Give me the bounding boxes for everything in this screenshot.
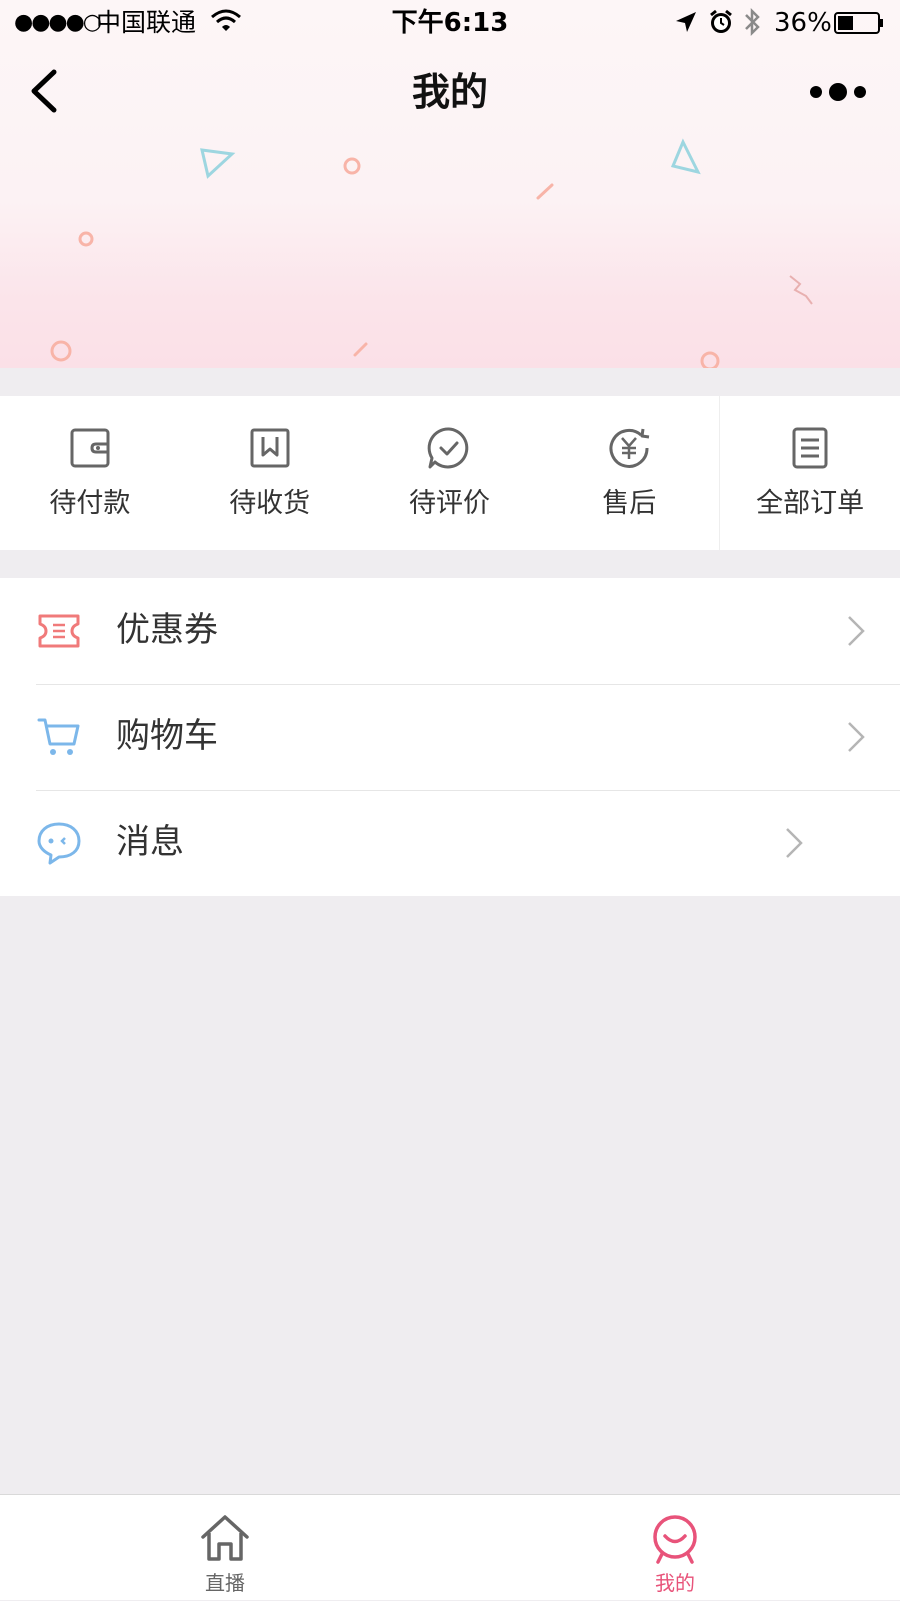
order-pending-payment[interactable]: 待付款 <box>0 396 180 550</box>
yuan-refund-icon <box>609 428 650 468</box>
package-icon <box>250 428 290 468</box>
tab-me[interactable]: 我的 <box>450 1495 900 1601</box>
alarm-icon <box>710 9 732 33</box>
location-arrow-icon <box>676 12 696 32</box>
page-title: 我的 <box>411 70 488 114</box>
menu-item-messages[interactable]: 消息 <box>0 790 900 896</box>
home-icon <box>201 1515 249 1561</box>
message-icon <box>37 822 81 865</box>
order-pending-receipt[interactable]: 待收货 <box>180 396 360 550</box>
tab-label: 直播 <box>205 1571 245 1595</box>
chevron-right-icon <box>786 828 803 858</box>
tab-label: 我的 <box>655 1571 695 1595</box>
bluetooth-icon <box>745 7 760 37</box>
order-all[interactable]: 全部订单 <box>719 396 900 550</box>
more-dots-icon[interactable] <box>808 78 868 106</box>
confetti-decoration <box>50 138 813 368</box>
battery-percent: 36% <box>774 8 832 38</box>
menu-item-cart[interactable]: 购物车 <box>0 684 900 790</box>
order-label: 待付款 <box>49 488 131 519</box>
order-label: 售后 <box>602 488 657 519</box>
chevron-right-icon <box>848 722 865 752</box>
order-label: 待收货 <box>229 488 311 519</box>
battery-icon <box>834 12 883 34</box>
cart-icon <box>37 718 80 755</box>
wallet-icon <box>70 428 110 468</box>
chat-check-icon <box>428 427 469 469</box>
order-pending-review[interactable]: 待评价 <box>360 396 540 550</box>
order-label: 全部订单 <box>756 488 865 519</box>
status-time: 下午6:13 <box>391 8 509 38</box>
order-list-icon <box>792 427 828 469</box>
menu-label: 消息 <box>116 822 184 862</box>
tab-bar: 直播 我的 <box>0 1494 900 1600</box>
order-after-sales[interactable]: 售后 <box>539 396 719 550</box>
menu-item-coupons[interactable]: 优惠券 <box>0 578 900 684</box>
chevron-right-icon <box>848 616 865 646</box>
menu-label: 购物车 <box>116 716 218 756</box>
tab-live[interactable]: 直播 <box>0 1495 450 1601</box>
menu-label: 优惠券 <box>116 610 218 650</box>
menu-list: 优惠券 购物车 消息 <box>0 578 900 896</box>
smile-face-icon <box>653 1515 697 1564</box>
order-label: 待评价 <box>408 488 490 519</box>
status-bar: ●●●●○ 中国联通 下午6:13 36% <box>0 0 900 46</box>
order-status-bar: 待付款 待收货 待评价 售后 全部订单 <box>0 396 900 550</box>
coupon-icon <box>38 614 80 648</box>
